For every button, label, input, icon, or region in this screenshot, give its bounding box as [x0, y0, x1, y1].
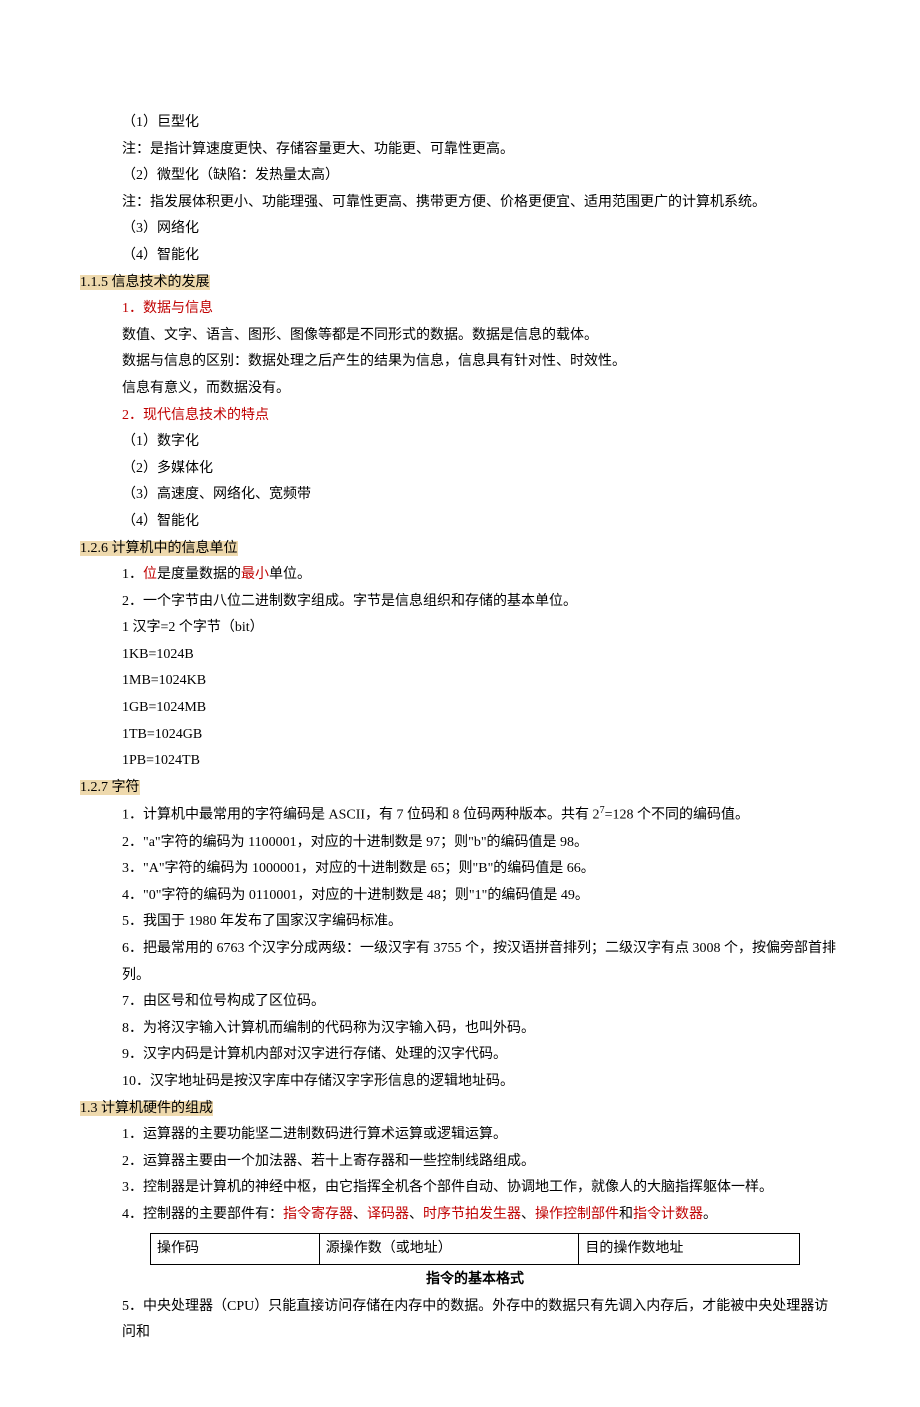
- section-heading: 1.2.6 计算机中的信息单位: [80, 541, 238, 556]
- text-fragment: 是度量数据的: [157, 567, 241, 582]
- body-text: 3．"A"字符的编码为 1000001，对应的十进制数是 65；则"B"的编码值…: [122, 856, 840, 883]
- section-1-3: 1.3 计算机硬件的组成: [80, 1096, 840, 1123]
- text-fragment: 1．: [122, 567, 143, 582]
- section-1-2-6: 1.2.6 计算机中的信息单位: [80, 536, 840, 563]
- body-text: 数值、文字、语言、图形、图像等都是不同形式的数据。数据是信息的载体。: [122, 323, 840, 350]
- highlight-text: 时序节拍发生器: [423, 1207, 521, 1222]
- list-item: （1）数字化: [122, 429, 840, 456]
- text-fragment: 4．控制器的主要部件有：: [122, 1207, 283, 1222]
- body-text: 9．汉字内码是计算机内部对汉字进行存储、处理的汉字代码。: [122, 1042, 840, 1069]
- text-fragment: 。: [703, 1207, 717, 1222]
- body-text: 4．控制器的主要部件有：指令寄存器、译码器、时序节拍发生器、操作控制部件和指令计…: [122, 1202, 840, 1229]
- highlight-text: 操作控制部件: [535, 1207, 619, 1222]
- body-text: 7．由区号和位号构成了区位码。: [122, 989, 840, 1016]
- body-text: 1KB=1024B: [122, 642, 840, 669]
- body-text: 注：是指计算速度更快、存储容量更大、功能更、可靠性更高。: [122, 137, 840, 164]
- table-cell: 目的操作数地址: [579, 1233, 800, 1265]
- body-text: （4）智能化: [122, 243, 840, 270]
- body-text: 注：指发展体积更小、功能理强、可靠性更高、携带更方便、价格更便宜、适用范围更广的…: [122, 190, 840, 217]
- body-text: 2．一个字节由八位二进制数字组成。字节是信息组织和存储的基本单位。: [122, 589, 840, 616]
- body-text: 信息有意义，而数据没有。: [122, 376, 840, 403]
- subheading: 1．数据与信息: [122, 296, 840, 323]
- instruction-format-table: 操作码 源操作数（或地址） 目的操作数地址 指令的基本格式: [150, 1233, 800, 1294]
- body-text: （2）微型化（缺陷：发热量太高）: [122, 163, 840, 190]
- body-text: 10．汉字地址码是按汉字库中存储汉字字形信息的逻辑地址码。: [122, 1069, 840, 1096]
- highlight-text: 最小: [241, 567, 269, 582]
- table-cell: 操作码: [151, 1233, 320, 1265]
- body-text: 2．运算器主要由一个加法器、若十上寄存器和一些控制线路组成。: [122, 1149, 840, 1176]
- section-heading: 1.2.7 字符: [80, 780, 140, 795]
- section-1-2-7: 1.2.7 字符: [80, 775, 840, 802]
- section-heading: 1.1.5 信息技术的发展: [80, 275, 210, 290]
- body-text: 数据与信息的区别：数据处理之后产生的结果为信息，信息具有针对性、时效性。: [122, 349, 840, 376]
- body-text: 1．计算机中最常用的字符编码是 ASCII，有 7 位码和 8 位码两种版本。共…: [122, 801, 840, 829]
- subheading: 2．现代信息技术的特点: [122, 403, 840, 430]
- highlight-text: 位: [143, 567, 157, 582]
- text-fragment: 和: [619, 1207, 633, 1222]
- body-text: 2．"a"字符的编码为 1100001，对应的十进制数是 97；则"b"的编码值…: [122, 830, 840, 857]
- body-text: 1PB=1024TB: [122, 748, 840, 775]
- body-text: 8．为将汉字输入计算机而编制的代码称为汉字输入码，也叫外码。: [122, 1016, 840, 1043]
- list-item: （4）智能化: [122, 509, 840, 536]
- highlight-text: 指令寄存器: [283, 1207, 353, 1222]
- highlight-text: 指令计数器: [633, 1207, 703, 1222]
- body-text: 1MB=1024KB: [122, 668, 840, 695]
- text-fragment: =128 个不同的编码值。: [605, 808, 749, 823]
- section-heading: 1.3 计算机硬件的组成: [80, 1101, 213, 1116]
- text-fragment: 、: [409, 1207, 423, 1222]
- list-item: （3）高速度、网络化、宽频带: [122, 482, 840, 509]
- body-text: 5．我国于 1980 年发布了国家汉字编码标准。: [122, 909, 840, 936]
- table-caption: 指令的基本格式: [150, 1267, 800, 1294]
- body-text: 1．运算器的主要功能坚二进制数码进行算术运算或逻辑运算。: [122, 1122, 840, 1149]
- table-cell: 源操作数（或地址）: [319, 1233, 579, 1265]
- list-item: （2）多媒体化: [122, 456, 840, 483]
- body-text: 1GB=1024MB: [122, 695, 840, 722]
- table-row: 操作码 源操作数（或地址） 目的操作数地址: [151, 1233, 800, 1265]
- body-text: 3．控制器是计算机的神经中枢，由它指挥全机各个部件自动、协调地工作，就像人的大脑…: [122, 1175, 840, 1202]
- body-text: （1）巨型化: [122, 110, 840, 137]
- body-text: 1．位是度量数据的最小单位。: [122, 562, 840, 589]
- text-fragment: 1．计算机中最常用的字符编码是 ASCII，有 7 位码和 8 位码两种版本。共…: [122, 808, 600, 823]
- body-text: 4．"0"字符的编码为 0110001，对应的十进制数是 48；则"1"的编码值…: [122, 883, 840, 910]
- section-1-1-5: 1.1.5 信息技术的发展: [80, 270, 840, 297]
- body-text: （3）网络化: [122, 216, 840, 243]
- text-fragment: 、: [353, 1207, 367, 1222]
- body-text: 1 汉字=2 个字节（bit）: [122, 615, 840, 642]
- document-page: （1）巨型化 注：是指计算速度更快、存储容量更大、功能更、可靠性更高。 （2）微…: [0, 0, 920, 1407]
- text-fragment: 单位。: [269, 567, 311, 582]
- body-text: 1TB=1024GB: [122, 722, 840, 749]
- body-text: 6．把最常用的 6763 个汉字分成两级：一级汉字有 3755 个，按汉语拼音排…: [122, 936, 840, 989]
- highlight-text: 译码器: [367, 1207, 409, 1222]
- text-fragment: 、: [521, 1207, 535, 1222]
